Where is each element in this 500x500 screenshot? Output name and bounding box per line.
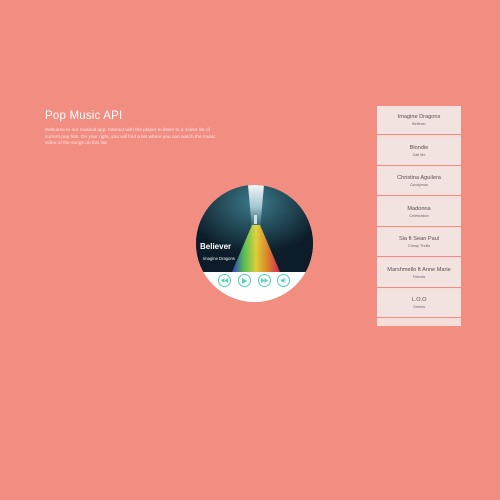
- playlist-item[interactable]: Marshmello ft Anne Marie Friends: [377, 258, 461, 288]
- track-song: Call Me: [412, 152, 426, 157]
- track-artist: Sia ft Sean Paul: [398, 236, 440, 242]
- song-artist: Imagine Dragons: [203, 256, 235, 261]
- page: Pop Music API Welcome to our musical app…: [0, 0, 500, 500]
- play-icon: [242, 277, 247, 284]
- track-artist: Marshmello ft Anne Marie: [387, 266, 451, 273]
- page-title: Pop Music API: [45, 110, 123, 122]
- playlist-item[interactable]: Christina Aguilera Candyman: [377, 167, 461, 196]
- playlist-item[interactable]: Blondie Call Me: [377, 136, 461, 166]
- next-button[interactable]: [258, 274, 271, 287]
- volume-button[interactable]: [277, 274, 290, 287]
- intro-description: Welcome to our musical app. Interact wit…: [45, 128, 216, 147]
- track-song: Believer: [412, 122, 426, 126]
- previous-icon: [221, 278, 228, 283]
- playlist-item[interactable]: L.O.O Genius: [377, 289, 461, 318]
- track-song: Genius: [412, 305, 426, 309]
- track-artist: Imagine Dragons: [397, 114, 441, 120]
- song-title: Believer: [200, 242, 232, 251]
- track-artist: Madonna: [407, 205, 431, 212]
- playlist: Imagine Dragons Believer Blondie Call Me…: [377, 106, 461, 326]
- intro-section: Pop Music API Welcome to our musical app…: [45, 110, 220, 148]
- playlist-item[interactable]: Sia ft Sean Paul Cheap Thrills: [377, 228, 461, 257]
- track-artist: L.O.O: [411, 297, 427, 303]
- track-artist: Christina Aguilera: [397, 175, 441, 181]
- track-song: Friends: [412, 274, 426, 279]
- next-icon: [261, 278, 268, 283]
- volume-icon: [280, 278, 286, 283]
- album-artwork: Believer Imagine Dragons: [196, 185, 313, 272]
- play-button[interactable]: [238, 274, 251, 287]
- playlist-item[interactable]: Madonna Celebration: [377, 197, 461, 227]
- previous-button[interactable]: [218, 274, 231, 287]
- track-song: Celebration: [409, 213, 429, 218]
- track-song: Candyman: [409, 183, 429, 187]
- playlist-item[interactable]: Imagine Dragons Believer: [377, 106, 461, 135]
- player-controls: [196, 272, 313, 302]
- music-player: Believer Imagine Dragons: [196, 185, 313, 302]
- track-song: Cheap Thrills: [407, 244, 431, 248]
- track-artist: Blondie: [409, 144, 429, 151]
